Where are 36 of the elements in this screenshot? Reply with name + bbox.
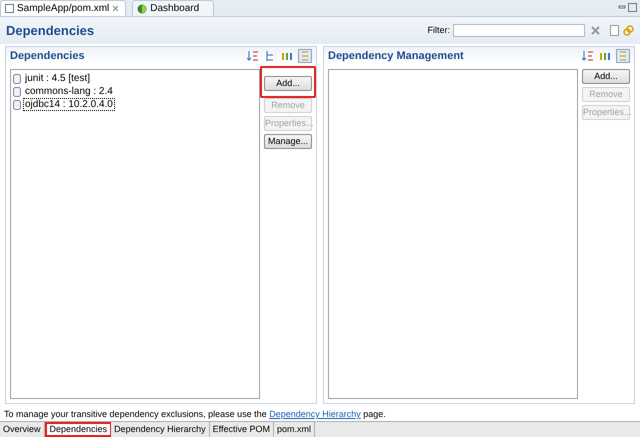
toggle-icon[interactable] <box>616 49 630 63</box>
filter-field[interactable] <box>453 24 585 37</box>
sort-icon[interactable] <box>247 50 259 62</box>
dependency-item[interactable]: commons-lang : 2.4 <box>23 85 115 98</box>
hierarchy-link[interactable]: Dependency Hierarchy <box>269 409 361 419</box>
columns-icon[interactable] <box>599 50 611 62</box>
tab-label: Dashboard <box>150 2 200 16</box>
section-title: Dependencies <box>10 48 85 64</box>
minimize-icon[interactable] <box>618 3 626 11</box>
toggle-icon[interactable] <box>298 49 312 63</box>
document-icon[interactable] <box>610 25 619 36</box>
action-button[interactable]: Add... <box>582 69 630 84</box>
hint-text: To manage your transitive dependency exclusions, please use the Dependency Hierarchy page. <box>3 408 387 421</box>
section-title: Dependency Management <box>328 48 464 64</box>
action-button[interactable]: Add... <box>264 76 312 91</box>
file-icon <box>5 4 14 13</box>
action-button[interactable]: Manage... <box>264 134 312 149</box>
clear-icon[interactable] <box>591 26 600 35</box>
page-title: Dependencies <box>6 22 94 40</box>
link-icon[interactable] <box>623 25 634 36</box>
page-tab[interactable]: Effective POM <box>210 422 274 437</box>
columns-icon[interactable] <box>281 50 293 62</box>
sort-icon[interactable] <box>582 50 594 62</box>
dependency-item[interactable]: junit : 4.5 [test] <box>23 72 92 85</box>
page-tab[interactable]: Dependencies <box>44 422 112 437</box>
page-tab[interactable]: Dependency Hierarchy <box>111 422 210 437</box>
filter-label: Filter: <box>428 24 450 37</box>
editor-tab[interactable]: Dashboard <box>132 0 214 16</box>
close-icon[interactable] <box>112 5 120 12</box>
page-tab[interactable]: pom.xml <box>274 422 315 437</box>
hierarchy-icon[interactable] <box>264 50 276 62</box>
dependency-item[interactable]: ojdbc14 : 10.2.0.4.0 <box>23 98 115 111</box>
maximize-icon[interactable] <box>628 3 637 12</box>
tab-label: SampleApp/pom.xml <box>17 2 110 16</box>
editor-tab[interactable]: SampleApp/pom.xml <box>0 0 126 16</box>
dependency-list[interactable]: junit : 4.5 [test] commons-lang : 2.4 ojdbc14 : 10.2.0.4.0 <box>10 69 260 399</box>
